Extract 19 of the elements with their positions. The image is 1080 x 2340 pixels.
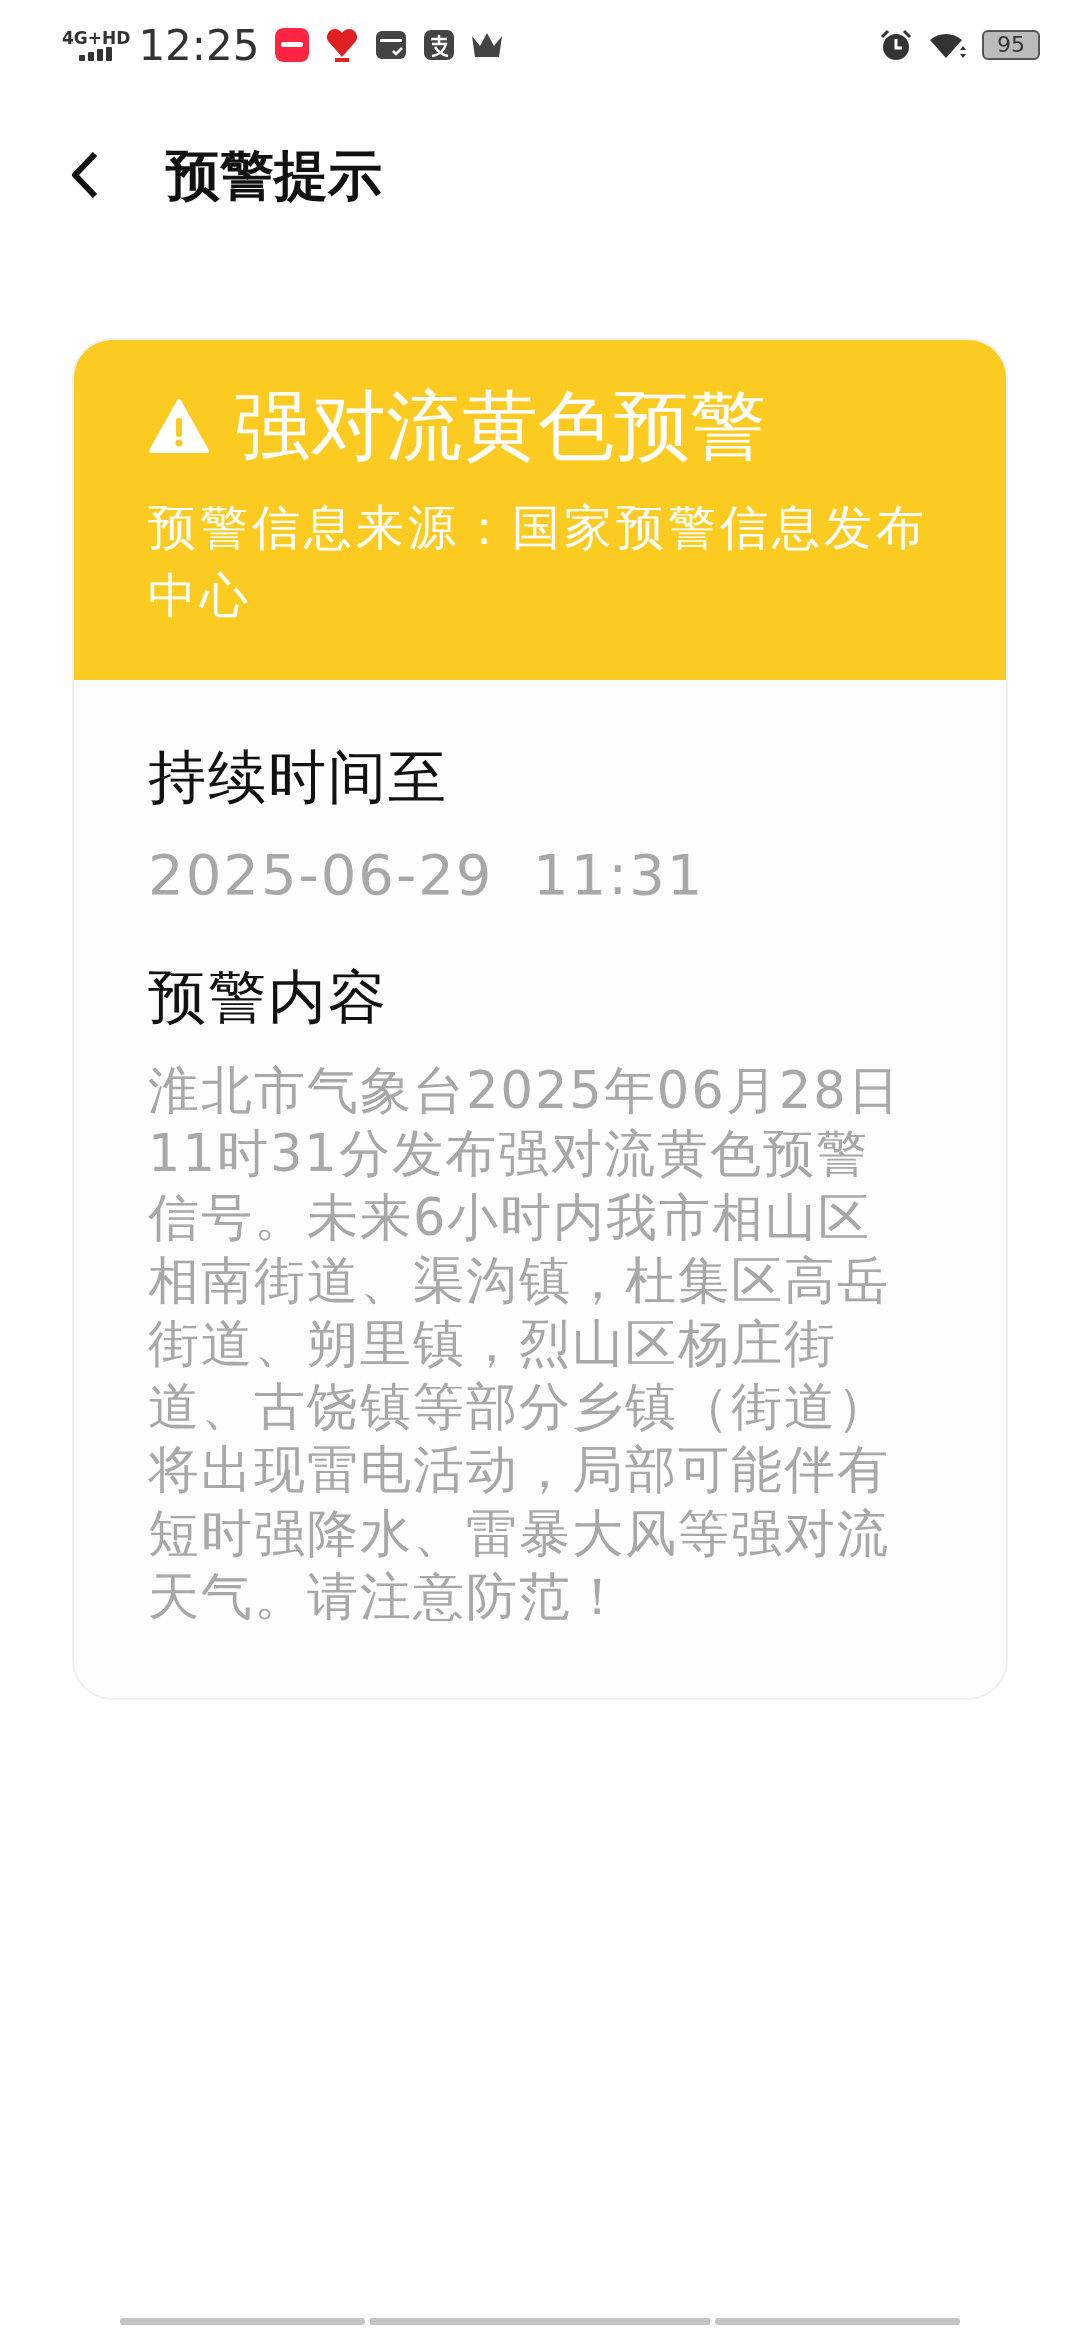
warning-icon (148, 397, 210, 454)
app-icon (275, 28, 310, 62)
alert-content: 淮北市气象台2025年06月28日11时31分发布强对流黄色预警信号。未来6小时内我市相山区相南街道、渠沟镇，杜集区高岳街道、朔里镇，烈山区杨庄街道、古饶镇等部分乡镇（街道）将出现雷电活动，局部可能伴有短时强降水、雷暴大风等强对流天气。请注意防范！ (148, 1060, 902, 1628)
alert-title: 强对流黄色预警 (234, 380, 766, 472)
payment-app-icon (423, 29, 456, 61)
status-time: 12:25 (138, 19, 260, 72)
section-heading: 预警内容 (148, 961, 389, 1033)
network-label: 4G+HD (62, 29, 131, 47)
end-time: 2025-06-29 11:31 (148, 840, 706, 909)
signal-icon (79, 46, 114, 61)
alarm-icon (880, 29, 912, 61)
heart-app-icon (325, 27, 360, 63)
page-title: 预警提示 (166, 142, 382, 209)
back-icon[interactable] (70, 151, 100, 199)
card-icon (375, 29, 408, 61)
crown-icon (471, 32, 504, 58)
alert-source: 预警信息来源：国家预警信息发布中心 (148, 498, 928, 626)
section-heading: 持续时间至 (148, 741, 449, 813)
battery-level: 95 (982, 30, 1040, 60)
